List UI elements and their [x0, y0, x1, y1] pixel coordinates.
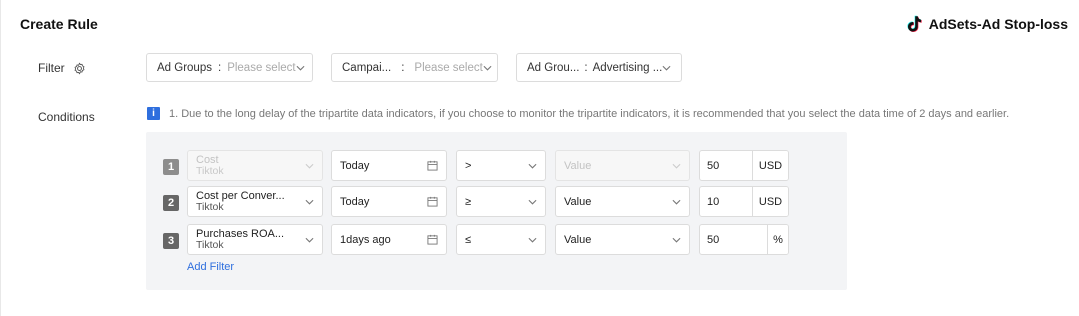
campaign-placeholder: Please select: [414, 61, 483, 74]
threshold-input[interactable]: 50 %: [699, 224, 789, 255]
notice-text: 1. Due to the long delay of the triparti…: [169, 107, 1010, 120]
threshold-input[interactable]: 10 USD: [699, 186, 789, 217]
conditions-notice: i 1. Due to the long delay of the tripar…: [147, 107, 1009, 120]
conditions-panel: 1 Cost Tiktok Today > Value 50 USD 2 Cos…: [146, 132, 847, 290]
chevron-down-icon: [662, 65, 671, 71]
filter-label: Filter: [38, 61, 65, 75]
date-value: 1days ago: [340, 233, 391, 246]
metric-name: Cost per Conver...: [196, 190, 285, 202]
page-title: Create Rule: [20, 16, 98, 32]
chevron-down-icon: [305, 199, 314, 205]
add-filter-link[interactable]: Add Filter: [187, 261, 234, 273]
chevron-down-icon: [483, 65, 492, 71]
ad-group-type-select[interactable]: Ad Grou... : Advertising ...: [516, 53, 682, 82]
condition-row: 2 Cost per Conver... Tiktok Today ≥ Valu…: [146, 186, 847, 220]
conditions-label-group: Conditions: [38, 110, 95, 124]
threshold-value[interactable]: 50: [700, 225, 768, 254]
metric-select[interactable]: Purchases ROA... Tiktok: [187, 224, 323, 255]
date-value: Today: [340, 159, 370, 172]
ad-group-type-key: Ad Grou...: [527, 61, 580, 74]
gear-icon[interactable]: [73, 62, 86, 75]
condition-number: 3: [163, 233, 179, 249]
date-value: Today: [340, 195, 370, 208]
conditions-label: Conditions: [38, 110, 95, 124]
value-mode-select[interactable]: Value: [555, 224, 690, 255]
separator: :: [401, 61, 405, 74]
date-picker[interactable]: 1days ago: [331, 224, 447, 255]
metric-select[interactable]: Cost Tiktok: [187, 150, 323, 181]
condition-row: 1 Cost Tiktok Today > Value 50 USD: [146, 150, 847, 184]
metric-source: Tiktok: [196, 238, 224, 251]
page-frame: Create Rule AdSets-Ad Stop-loss Filter A…: [0, 0, 1079, 316]
condition-row: 3 Purchases ROA... Tiktok 1days ago ≤ Va…: [146, 224, 847, 258]
campaign-select[interactable]: Campai... : Please select: [331, 53, 498, 82]
condition-number: 1: [163, 159, 179, 175]
threshold-unit: USD: [753, 151, 788, 180]
date-picker[interactable]: Today: [331, 150, 447, 181]
tiktok-icon: [907, 15, 922, 32]
brand-name: AdSets-Ad Stop-loss: [928, 16, 1068, 32]
threshold-input[interactable]: 50 USD: [699, 150, 789, 181]
separator: :: [217, 61, 222, 74]
chevron-down-icon: [672, 163, 681, 169]
chevron-down-icon: [672, 237, 681, 243]
threshold-unit: %: [768, 225, 788, 254]
value-mode: Value: [564, 195, 592, 208]
brand-header: AdSets-Ad Stop-loss: [907, 15, 1068, 33]
metric-select[interactable]: Cost per Conver... Tiktok: [187, 186, 323, 217]
operator-select[interactable]: ≥: [456, 186, 546, 217]
info-icon: i: [147, 107, 160, 120]
ad-groups-placeholder: Please select: [227, 61, 296, 74]
condition-number: 2: [163, 195, 179, 211]
filter-label-group: Filter: [38, 61, 86, 75]
threshold-value[interactable]: 10: [700, 187, 753, 216]
ad-groups-key: Ad Groups: [157, 61, 212, 74]
chevron-down-icon: [305, 163, 314, 169]
value-mode: Value: [564, 233, 592, 246]
ad-groups-select[interactable]: Ad Groups : Please select: [146, 53, 313, 82]
separator: :: [584, 61, 588, 74]
value-mode: Value: [564, 159, 592, 172]
operator-select[interactable]: ≤: [456, 224, 546, 255]
threshold-value[interactable]: 50: [700, 151, 753, 180]
calendar-icon: [427, 196, 438, 207]
calendar-icon: [427, 234, 438, 245]
chevron-down-icon: [672, 199, 681, 205]
operator-value: ≤: [465, 233, 472, 246]
metric-source: Tiktok: [196, 200, 224, 213]
metric-name: Cost: [196, 154, 219, 166]
operator-value: ≥: [465, 195, 472, 208]
metric-name: Purchases ROA...: [196, 228, 285, 240]
chevron-down-icon: [305, 237, 314, 243]
date-picker[interactable]: Today: [331, 186, 447, 217]
value-mode-select[interactable]: Value: [555, 150, 690, 181]
value-mode-select[interactable]: Value: [555, 186, 690, 217]
calendar-icon: [427, 160, 438, 171]
metric-source: Tiktok: [196, 164, 224, 177]
chevron-down-icon: [528, 199, 537, 205]
chevron-down-icon: [296, 65, 305, 71]
chevron-down-icon: [528, 237, 537, 243]
chevron-down-icon: [528, 163, 537, 169]
campaign-key: Campai...: [342, 61, 392, 74]
ad-group-type-value: Advertising ...: [592, 61, 663, 74]
operator-select[interactable]: >: [456, 150, 546, 181]
operator-value: >: [465, 159, 472, 172]
threshold-unit: USD: [753, 187, 788, 216]
